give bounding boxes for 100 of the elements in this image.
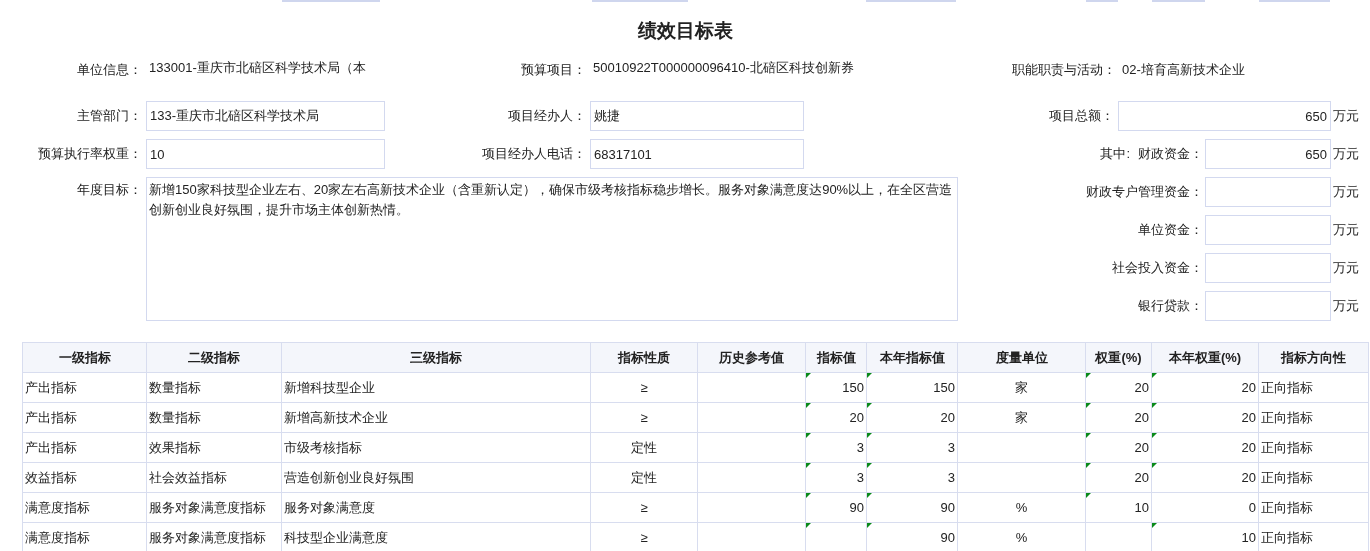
table-cell: 满意度指标 xyxy=(22,492,147,523)
table-cell: 产出指标 xyxy=(22,432,147,463)
table-cell: 市级考核指标 xyxy=(281,432,591,463)
unit-label: 万元 xyxy=(1332,259,1360,277)
table-cell: 90 xyxy=(866,492,958,523)
table-cell: 3 xyxy=(805,432,867,463)
table-cell: 满意度指标 xyxy=(22,522,147,551)
column-header: 三级指标 xyxy=(281,342,591,373)
table-cell: 科技型企业满意度 xyxy=(281,522,591,551)
annual-goal-field[interactable]: 新增150家科技型企业左右、20家左右高新技术企业（含重新认定），确保市级考核指标稳步增长。服务对象满意度达90%以上，在全区营造创新创业良好氛围，提升市场主体创新热情。 xyxy=(146,177,958,321)
column-header: 指标方向性 xyxy=(1258,342,1369,373)
table-cell: 新增科技型企业 xyxy=(281,372,591,403)
table-cell: % xyxy=(957,492,1086,523)
table-cell: ≥ xyxy=(590,402,698,433)
page-title: 绩效目标表 xyxy=(636,19,734,43)
field-label: 主管部门： xyxy=(76,107,143,125)
unit-label: 万元 xyxy=(1332,183,1360,201)
table-cell: 定性 xyxy=(590,462,698,493)
column-header: 指标性质 xyxy=(590,342,698,373)
table-cell: 20 xyxy=(1151,402,1259,433)
input-field[interactable]: 133-重庆市北碚区科学技术局 xyxy=(146,101,385,131)
table-cell: 正向指标 xyxy=(1258,522,1369,551)
unit-label: 万元 xyxy=(1332,107,1360,125)
duty-activity-text: 02-培育高新技术企业 xyxy=(1122,61,1245,79)
unit-label: 万元 xyxy=(1332,297,1360,315)
table-cell: 90 xyxy=(805,492,867,523)
unit-label: 万元 xyxy=(1332,145,1360,163)
field-label: 财政资金： xyxy=(1138,145,1203,163)
table-cell: 150 xyxy=(866,372,958,403)
table-cell: 效果指标 xyxy=(146,432,282,463)
table-cell: 20 xyxy=(805,402,867,433)
table-cell: 20 xyxy=(1085,432,1152,463)
field-label: 预算项目： xyxy=(520,61,587,79)
field-label: 项目经办人： xyxy=(507,107,587,125)
table-cell: 定性 xyxy=(590,432,698,463)
field-label: 财政专户管理资金： xyxy=(1086,183,1203,201)
table-cell: 服务对象满意度指标 xyxy=(146,492,282,523)
field-label: 其中: xyxy=(1100,145,1130,163)
column-header: 二级指标 xyxy=(146,342,282,373)
table-cell: 150 xyxy=(805,372,867,403)
budget-project-text: 50010922T000000096410-北碚区科技创新券 xyxy=(592,59,855,77)
table-cell: 正向指标 xyxy=(1258,432,1369,463)
input-field[interactable]: 650 xyxy=(1205,139,1331,169)
table-cell: ≥ xyxy=(590,492,698,523)
column-header: 一级指标 xyxy=(22,342,147,373)
table-cell: 服务对象满意度指标 xyxy=(146,522,282,551)
table-cell: 3 xyxy=(866,462,958,493)
table-cell: 社会效益指标 xyxy=(146,462,282,493)
input-field[interactable] xyxy=(1205,215,1331,245)
table-cell: 正向指标 xyxy=(1258,402,1369,433)
field-label: 项目经办人电话： xyxy=(481,145,587,163)
field-label: 单位信息： xyxy=(76,61,143,79)
table-cell: 20 xyxy=(1151,372,1259,403)
table-cell: 家 xyxy=(957,402,1086,433)
table-cell: 20 xyxy=(1085,462,1152,493)
table-cell: 数量指标 xyxy=(146,372,282,403)
table-cell: 3 xyxy=(805,462,867,493)
column-header: 指标值 xyxy=(805,342,867,373)
table-cell: 效益指标 xyxy=(22,462,147,493)
input-field[interactable]: 68317101 xyxy=(590,139,804,169)
column-header: 历史参考值 xyxy=(697,342,806,373)
column-header: 权重(%) xyxy=(1085,342,1152,373)
field-label: 年度目标： xyxy=(76,181,143,199)
field-label: 单位资金： xyxy=(1138,221,1203,239)
table-cell: 0 xyxy=(1151,492,1259,523)
input-field[interactable]: 650 xyxy=(1118,101,1331,131)
field-label: 预算执行率权重： xyxy=(37,145,143,163)
input-field[interactable]: 10 xyxy=(146,139,385,169)
table-cell: 营造创新创业良好氛围 xyxy=(281,462,591,493)
field-label: 职能职责与活动： xyxy=(1012,61,1116,79)
table-cell: 产出指标 xyxy=(22,402,147,433)
field-label: 项目总额： xyxy=(1048,107,1115,125)
unit-label: 万元 xyxy=(1332,221,1360,239)
input-field[interactable] xyxy=(1205,291,1331,321)
input-field[interactable]: 姚捷 xyxy=(590,101,804,131)
column-header: 本年指标值 xyxy=(866,342,958,373)
table-cell: 正向指标 xyxy=(1258,372,1369,403)
input-field[interactable] xyxy=(1205,177,1331,207)
field-label: 社会投入资金： xyxy=(1112,259,1203,277)
table-cell: 20 xyxy=(1151,432,1259,463)
input-field[interactable] xyxy=(1205,253,1331,283)
unit-info-text: 133001-重庆市北碚区科学技术局（本 xyxy=(148,59,367,77)
table-cell: 10 xyxy=(1085,492,1152,523)
table-cell: 90 xyxy=(866,522,958,551)
field-label: 银行贷款： xyxy=(1138,297,1203,315)
table-cell: 10 xyxy=(1151,522,1259,551)
table-cell: 3 xyxy=(866,432,958,463)
table-cell: 正向指标 xyxy=(1258,492,1369,523)
table-cell: 数量指标 xyxy=(146,402,282,433)
table-cell: 20 xyxy=(866,402,958,433)
table-cell: ≥ xyxy=(590,372,698,403)
column-header: 本年权重(%) xyxy=(1151,342,1259,373)
table-cell: 新增高新技术企业 xyxy=(281,402,591,433)
table-cell: 产出指标 xyxy=(22,372,147,403)
table-cell: 20 xyxy=(1085,402,1152,433)
table-cell: 服务对象满意度 xyxy=(281,492,591,523)
table-cell: 20 xyxy=(1085,372,1152,403)
table-cell: 20 xyxy=(1151,462,1259,493)
table-cell: 家 xyxy=(957,372,1086,403)
column-header: 度量单位 xyxy=(957,342,1086,373)
